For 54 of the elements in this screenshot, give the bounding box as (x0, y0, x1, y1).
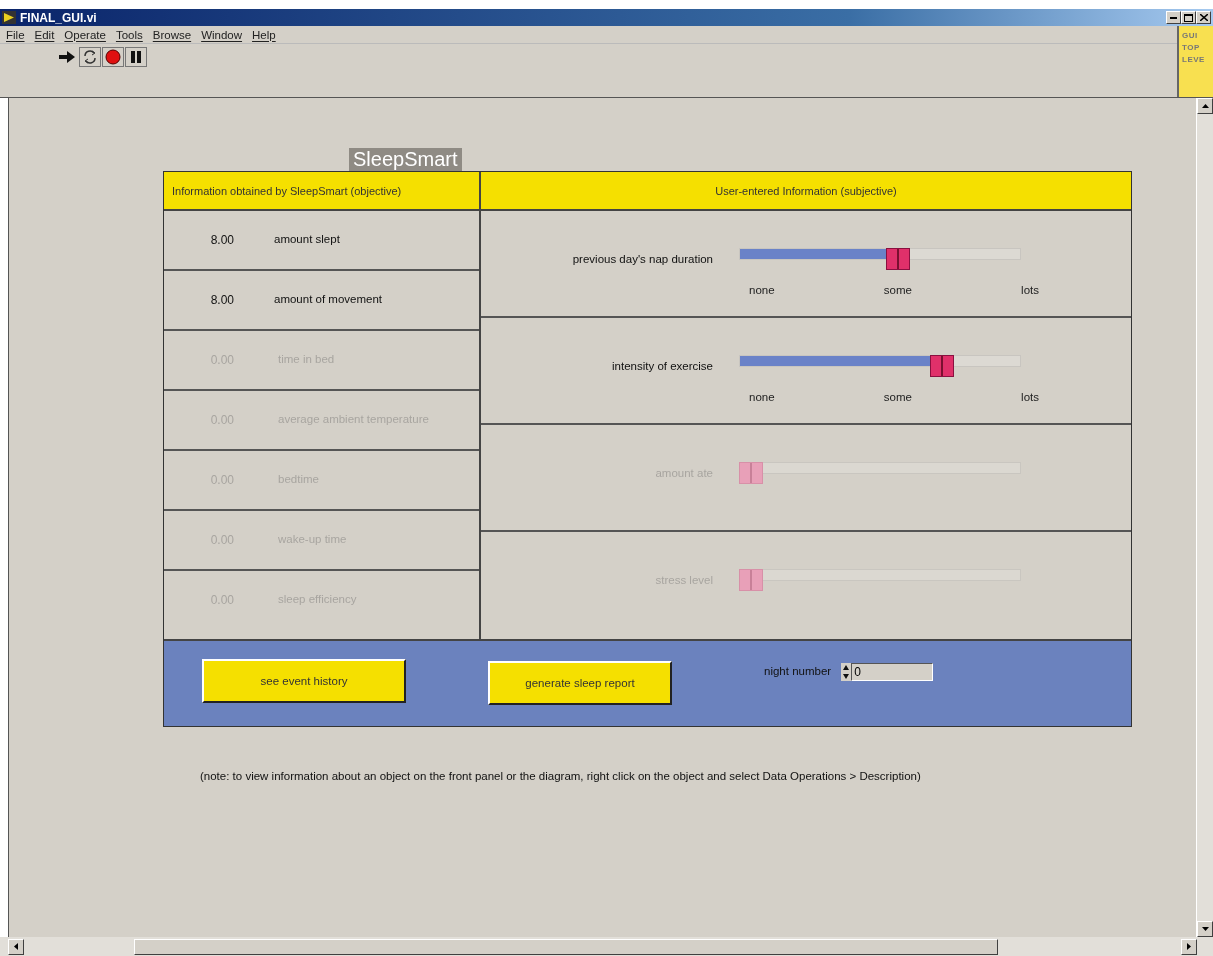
minimize-button[interactable] (1166, 11, 1181, 24)
slider[interactable] (739, 355, 1021, 377)
window-title: FINAL_GUI.vi (20, 10, 97, 25)
slider-label: intensity of exercise (611, 360, 714, 372)
close-button[interactable] (1196, 11, 1211, 24)
slider[interactable] (739, 248, 1021, 270)
indicator-value: 8.00 (209, 293, 234, 307)
scroll-up-icon (1201, 104, 1209, 108)
abort-button[interactable] (102, 47, 124, 67)
badge-text: GUI (1182, 30, 1199, 42)
header-text: Information obtained by SleepSmart (objective) (171, 184, 402, 197)
slider-label: previous day's nap duration (571, 253, 714, 265)
note-text: (note: to view information about an object on the front panel or the diagram, right click on the object and select Data Operations > Description) (200, 770, 922, 782)
indicator-value: 8.00 (209, 233, 234, 247)
menu-item[interactable]: Window (201, 28, 243, 41)
slider-thumb[interactable] (886, 248, 911, 270)
badge-text: TOP (1182, 42, 1201, 54)
menu-item[interactable]: Edit (34, 28, 55, 41)
menu-item[interactable]: Browse (152, 28, 192, 41)
run-continuously-button[interactable] (79, 47, 101, 67)
slider-thumb[interactable] (929, 355, 954, 377)
indicator-label: amount slept (274, 233, 340, 245)
menu-item[interactable]: Tools (115, 28, 143, 41)
scroll-down-icon (1201, 927, 1209, 931)
night-number-field[interactable]: 0 (851, 663, 934, 681)
badge-text: LEVE (1182, 54, 1206, 66)
scroll-right-icon (1187, 943, 1191, 950)
menu-item[interactable]: File (6, 28, 25, 41)
pause-icon (130, 51, 142, 63)
menu-item[interactable]: Help (252, 28, 276, 41)
pause-button[interactable] (125, 47, 147, 67)
scale-label: lots (1021, 284, 1039, 296)
scroll-left-icon (14, 943, 18, 950)
night-number-label: night number (764, 665, 832, 677)
minimize-icon (1170, 16, 1177, 19)
run-continuously-icon (82, 49, 98, 65)
scale-label: some (883, 284, 912, 296)
event-history-button[interactable]: see event history (202, 659, 406, 703)
abort-icon (105, 49, 121, 65)
indicator-label: amount of movement (274, 293, 383, 305)
menu-item[interactable]: Operate (64, 28, 106, 41)
close-icon (1199, 14, 1208, 21)
maximize-icon (1184, 13, 1193, 22)
run-arrow-icon (59, 51, 75, 63)
scale-label: none (749, 284, 775, 296)
spinner-arrows-icon[interactable] (841, 663, 852, 681)
scale-label: some (883, 391, 912, 403)
header-text: User-entered Information (subjective) (715, 184, 897, 197)
scale-label: none (749, 391, 775, 403)
maximize-button[interactable] (1181, 11, 1196, 24)
app-icon (2, 11, 16, 24)
panel-title: SleepSmart (349, 148, 462, 171)
scale-label: lots (1021, 391, 1039, 403)
sleep-report-button[interactable]: generate sleep report (488, 661, 672, 705)
